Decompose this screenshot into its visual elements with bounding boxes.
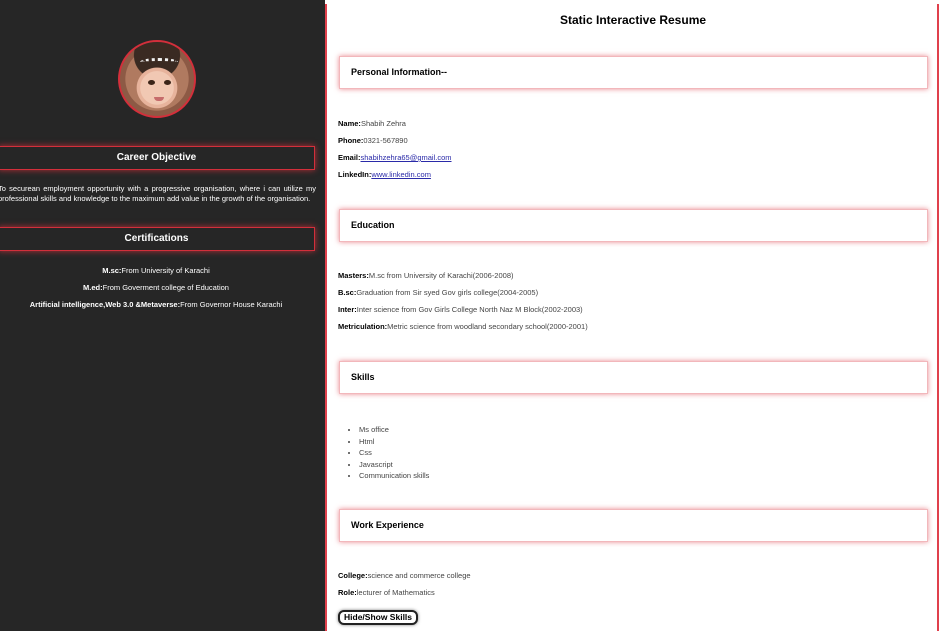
education-heading: Education [339, 209, 928, 242]
education-item: Inter:Inter science from Gov Girls Colle… [338, 305, 583, 314]
resume-page: Career Objective To securean employment … [0, 0, 939, 631]
personal-info-heading: Personal Information-- [339, 56, 928, 89]
linkedin-link[interactable]: www.linkedin.com [371, 170, 431, 179]
college-row: College:science and commerce college [338, 571, 471, 580]
certification-item: M.sc:From University of Karachi [102, 266, 210, 275]
work-experience-heading: Work Experience [339, 509, 928, 542]
list-item: Ms office [359, 424, 429, 436]
education-item: B.sc:Graduation from Sir syed Gov girls … [338, 288, 539, 297]
career-objective-heading: Career Objective [0, 146, 315, 170]
role-row: Role:lecturer of Mathematics [338, 588, 435, 597]
tiara-icon [140, 58, 178, 66]
career-objective-text: To securean employment opportunity with … [0, 184, 316, 203]
list-item: Css [359, 447, 429, 459]
toggle-skills-button[interactable]: Hide/Show Skills [338, 610, 419, 625]
phone-row: Phone:0321-567890 [338, 136, 408, 145]
certification-item: M.ed:From Goverment college of Education [83, 283, 229, 292]
list-item: Javascript [359, 459, 429, 471]
certifications-list: M.sc:From University of Karachi M.ed:Fro… [0, 265, 312, 316]
list-item: Communication skills [359, 470, 429, 482]
profile-photo [118, 40, 196, 118]
certification-item: Artificial intelligence,Web 3.0 &Metaver… [29, 300, 283, 309]
email-row: Email:shabihzehra65@gmail.com [338, 153, 452, 162]
linkedin-row: LinkedIn:www.linkedin.com [338, 170, 431, 179]
page-title: Static Interactive Resume [559, 13, 707, 27]
certifications-heading: Certifications [0, 227, 315, 251]
education-item: Metriculation:Metric science from woodla… [338, 322, 588, 331]
email-link[interactable]: shabihzehra65@gmail.com [361, 153, 452, 162]
sidebar: Career Objective To securean employment … [0, 0, 325, 631]
skills-heading: Skills [339, 361, 928, 394]
main-content: Static Interactive Resume Personal Infor… [325, 4, 939, 631]
list-item: Html [359, 436, 429, 448]
skills-list: Ms office Html Css Javascript Communicat… [359, 424, 429, 482]
name-row: Name:Shabih Zehra [338, 119, 406, 128]
education-item: Masters:M.sc from University of Karachi(… [338, 271, 514, 280]
